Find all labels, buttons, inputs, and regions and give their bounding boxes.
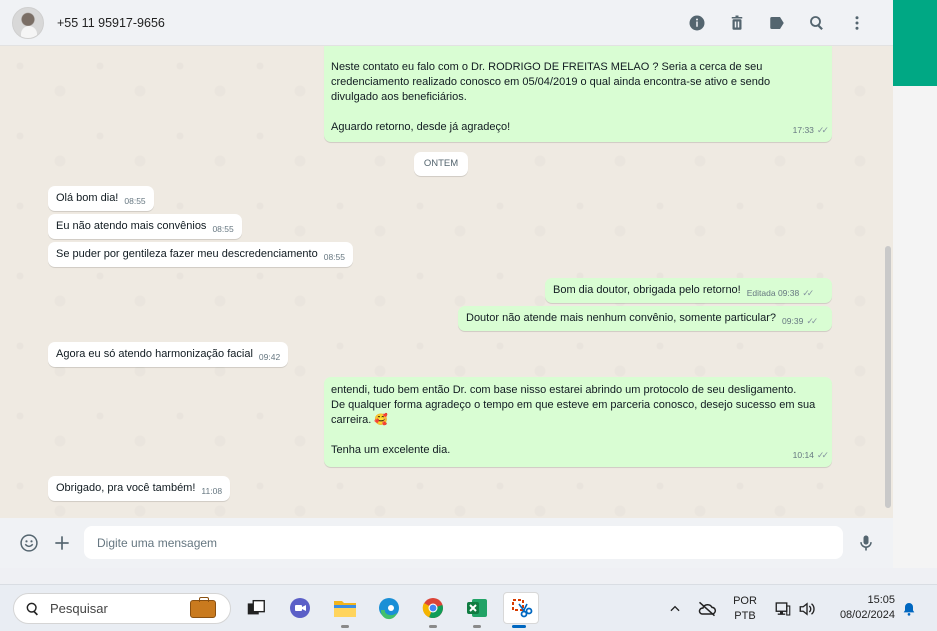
file-explorer-icon[interactable] <box>330 593 360 628</box>
task-view-icon[interactable] <box>241 593 271 623</box>
message-text: Se puder por gentileza fazer meu descred… <box>56 248 318 260</box>
message-time: 08:55 <box>124 196 146 206</box>
delete-icon[interactable] <box>717 3 757 43</box>
read-ticks-icon: ✓✓ <box>806 316 818 326</box>
taskbar-search[interactable]: Pesquisar <box>13 593 231 624</box>
search-icon[interactable] <box>797 3 837 43</box>
running-indicator <box>473 625 481 628</box>
message-incoming[interactable]: Olá bom dia! 08:55 <box>48 186 154 211</box>
notification-bell-icon[interactable] <box>899 585 919 631</box>
network-icon[interactable] <box>772 585 794 631</box>
message-list[interactable]: Neste contato eu falo com o Dr. RODRIGO … <box>0 46 893 518</box>
message-meta: 10:14 ✓✓ <box>792 448 829 463</box>
clock-time: 15:05 <box>867 594 895 606</box>
message-meta: 17:33 ✓✓ <box>792 123 829 138</box>
language-line2: PTB <box>734 609 756 622</box>
message-line: credenciamento realizado conosco em 05/0… <box>331 76 771 88</box>
message-time: 10:14 <box>792 450 814 460</box>
message-line <box>331 105 824 120</box>
background-window-edge <box>893 0 937 568</box>
message-time: 11:08 <box>201 486 223 496</box>
search-icon <box>26 602 38 615</box>
microphone-icon[interactable] <box>854 531 878 555</box>
message-incoming[interactable]: Agora eu só atendo harmonização facial 09… <box>48 342 289 367</box>
language-line1: POR <box>733 594 757 607</box>
contact-avatar[interactable] <box>12 6 44 39</box>
contact-name[interactable]: +55 11 95917-9656 <box>57 16 165 30</box>
message-text: Doutor não atende mais nenhum convênio, … <box>466 312 777 324</box>
message-text: Obrigado, pra você também! <box>56 482 196 494</box>
read-ticks-icon: ✓✓ <box>802 288 814 298</box>
message-text: Bom dia doutor, obrigada pelo retorno! <box>553 284 741 296</box>
message-time: 17:33 <box>792 125 814 135</box>
message-line: Neste contato eu falo com o Dr. RODRIGO … <box>331 61 763 73</box>
excel-icon[interactable] <box>462 593 492 628</box>
message-text: Agora eu só atendo harmonização facial <box>56 348 253 360</box>
chat-header: +55 11 95917-9656 <box>0 0 893 46</box>
message-time: 09:39 <box>782 316 804 326</box>
message-line <box>331 428 824 443</box>
info-icon[interactable] <box>677 3 717 43</box>
chrome-icon[interactable] <box>418 593 448 628</box>
message-line: De qualquer forma agradeço o tempo em qu… <box>331 399 816 411</box>
message-time: 09:42 <box>258 352 281 362</box>
message-line: Aguardo retorno, desde já agradeço! <box>331 121 511 133</box>
message-line: entendi, tudo bem então Dr. com base nis… <box>331 384 797 396</box>
scrollbar[interactable] <box>885 246 891 508</box>
running-indicator <box>429 625 437 628</box>
volume-icon[interactable] <box>796 585 818 631</box>
message-time: 08:55 <box>212 224 234 234</box>
message-input[interactable] <box>84 526 843 559</box>
message-text: Olá bom dia! <box>56 192 119 204</box>
clock-date: 08/02/2024 <box>839 609 895 621</box>
message-text: Eu não atendo mais convênios <box>56 220 207 232</box>
message-incoming[interactable]: Eu não atendo mais convênios 08:55 <box>48 214 242 239</box>
attach-plus-icon[interactable] <box>50 531 74 555</box>
message-incoming[interactable]: Obrigado, pra você também! 11:08 <box>48 476 231 501</box>
message-composer <box>0 518 893 568</box>
message-outgoing[interactable]: entendi, tudo bem então Dr. com base nis… <box>324 377 832 467</box>
language-indicator[interactable]: POR PTB <box>728 585 762 631</box>
chevron-up-icon[interactable] <box>664 585 686 631</box>
teams-icon[interactable] <box>285 593 315 623</box>
onedrive-offline-icon[interactable] <box>695 585 719 631</box>
label-icon[interactable] <box>757 3 797 43</box>
message-line: divulgado aos beneficiários. <box>331 91 467 103</box>
message-outgoing[interactable]: Neste contato eu falo com o Dr. RODRIGO … <box>324 46 832 142</box>
header-actions <box>677 0 877 46</box>
message-outgoing[interactable]: Bom dia doutor, obrigada pelo retorno! Ed… <box>545 278 832 303</box>
message-outgoing[interactable]: Doutor não atende mais nenhum convênio, … <box>458 306 832 331</box>
windows-taskbar: Pesquisar POR PTB 15:05 08/02/2024 <box>0 584 937 631</box>
message-time: 08:55 <box>323 252 345 262</box>
edge-icon[interactable] <box>374 593 404 623</box>
more-options-icon[interactable] <box>837 3 877 43</box>
message-line: carreira. 🥰 <box>331 414 389 426</box>
emoji-icon[interactable] <box>17 531 41 555</box>
read-ticks-icon: ✓✓ <box>816 125 829 135</box>
clock[interactable]: 15:05 08/02/2024 <box>840 593 895 623</box>
day-separator: ONTEM <box>414 152 468 176</box>
snipping-tool-icon[interactable] <box>503 592 539 628</box>
running-indicator <box>341 625 349 628</box>
search-label: Pesquisar <box>50 601 108 616</box>
message-incoming[interactable]: Se puder por gentileza fazer meu descred… <box>48 242 353 267</box>
message-meta: 09:39 ✓✓ <box>782 314 818 329</box>
whatsapp-window: +55 11 95917-9656 Neste contato eu falo … <box>0 0 893 568</box>
message-time: Editada 09:38 <box>746 288 800 298</box>
read-ticks-icon: ✓✓ <box>816 450 829 460</box>
accent-bar <box>893 0 937 86</box>
running-indicator <box>512 625 526 628</box>
briefcase-icon <box>190 597 216 618</box>
message-line: Tenha um excelente dia. <box>331 444 451 456</box>
message-meta: Editada 09:38 ✓✓ <box>746 286 815 301</box>
